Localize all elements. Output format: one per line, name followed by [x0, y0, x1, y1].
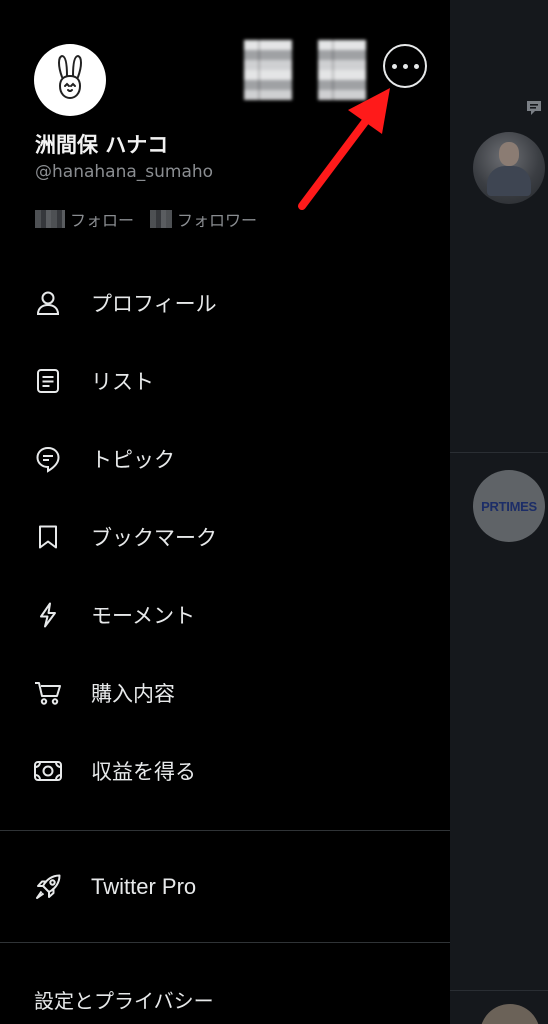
list-icon	[33, 366, 63, 396]
switch-account-avatar[interactable]	[244, 40, 292, 100]
menu-item-label: 購入内容	[91, 682, 175, 706]
lightning-icon	[33, 600, 63, 630]
more-horizontal-icon-dot	[402, 63, 408, 69]
drawer-menu: プロフィール リスト トピック ブックマーク モーメント 購入内容 収益を得る	[0, 264, 450, 810]
menu-item-label: ブックマーク	[91, 526, 217, 550]
topic-icon	[33, 444, 63, 474]
menu-divider	[0, 942, 450, 943]
switch-account-avatar[interactable]	[318, 40, 366, 100]
display-name[interactable]: 洲間保 ハナコ	[35, 129, 168, 159]
following-count[interactable]	[35, 210, 65, 228]
menu-item-label: プロフィール	[91, 292, 217, 316]
menu-item-label: 収益を得る	[91, 760, 196, 784]
money-icon	[33, 756, 63, 786]
menu-item-lists[interactable]: リスト	[0, 342, 450, 420]
menu-item-monetization[interactable]: 収益を得る	[0, 732, 450, 810]
feed-user-avatar[interactable]	[473, 132, 545, 204]
feed-divider	[450, 452, 548, 453]
menu-item-profile[interactable]: プロフィール	[0, 264, 450, 342]
menu-item-moments[interactable]: モーメント	[0, 576, 450, 654]
menu-item-label: Twitter Pro	[91, 874, 197, 899]
navigation-drawer: 洲間保 ハナコ @hanahana_sumaho フォロー フォロワー プロフィ…	[0, 0, 450, 1024]
more-options-button[interactable]	[383, 44, 427, 88]
followers-label[interactable]: フォロワー	[177, 207, 257, 231]
reply-bubble-icon	[527, 101, 541, 115]
menu-item-label: モーメント	[91, 604, 196, 628]
feed-user-avatar[interactable]	[480, 1004, 540, 1024]
feed-prtimes-avatar[interactable]: PRTIMES	[473, 470, 545, 542]
more-horizontal-icon-dot	[413, 63, 419, 69]
menu-item-purchases[interactable]: 購入内容	[0, 654, 450, 732]
menu-item-label: トピック	[91, 448, 175, 472]
timeline-backdrop[interactable]: PRTIMES	[450, 0, 548, 1024]
avatar[interactable]	[34, 44, 106, 116]
prtimes-logo-text: PRTIMES	[481, 498, 537, 514]
menu-item-topics[interactable]: トピック	[0, 420, 450, 498]
menu-item-bookmarks[interactable]: ブックマーク	[0, 498, 450, 576]
rocket-icon	[33, 872, 63, 902]
app-screen: PRTIMES 洲間保 ハナコ @hanahana_sumaho フォロー フォ…	[0, 0, 548, 1024]
person-icon	[33, 288, 63, 318]
username-handle: @hanahana_sumaho	[35, 162, 214, 182]
more-horizontal-icon	[391, 63, 397, 69]
cart-icon	[33, 678, 63, 708]
settings-and-privacy-link[interactable]: 設定とプライバシー	[34, 985, 214, 1014]
followers-count[interactable]	[150, 210, 173, 228]
bunny-avatar-icon	[58, 54, 82, 100]
feed-divider	[450, 990, 548, 991]
follow-stats: フォロー フォロワー	[35, 207, 257, 231]
menu-divider	[0, 830, 450, 831]
menu-item-label: リスト	[91, 370, 154, 394]
bookmark-icon	[33, 522, 63, 552]
following-label[interactable]: フォロー	[70, 207, 134, 231]
menu-item-twitter-pro[interactable]: Twitter Pro	[0, 848, 450, 926]
